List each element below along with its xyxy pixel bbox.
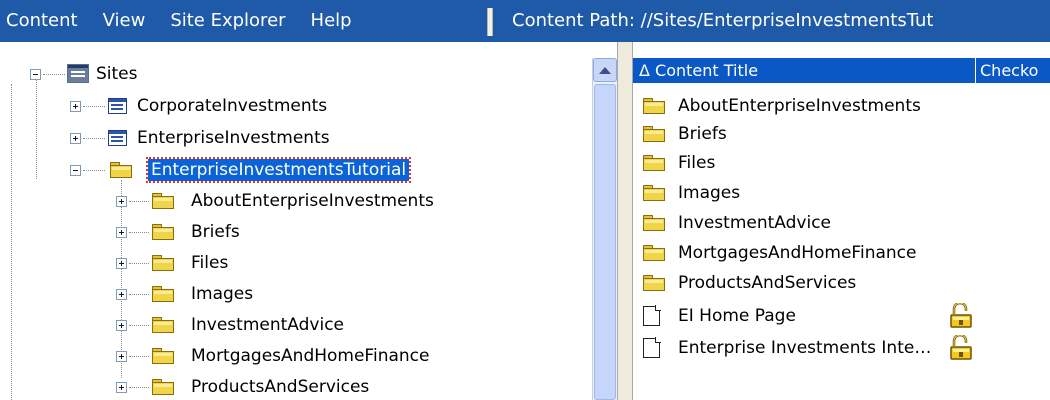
list-item-label: InvestmentAdvice xyxy=(678,213,831,233)
content-list: Δ Content Title Checko AboutEnterpriseIn… xyxy=(633,58,1050,400)
list-item[interactable]: ProductsAndServices xyxy=(641,269,1050,297)
list-item-label: EI Home Page xyxy=(678,306,796,326)
expand-icon[interactable] xyxy=(116,289,127,300)
site-tree: Sites CorporateInvestments EnterpriseInv… xyxy=(0,42,617,400)
expand-icon[interactable] xyxy=(70,133,81,144)
folder-icon xyxy=(152,286,174,302)
site-icon xyxy=(108,98,127,114)
tree-item-label: Files xyxy=(191,253,229,273)
list-item[interactable]: Images xyxy=(641,179,1050,207)
tree-connector-line xyxy=(83,138,105,139)
pane-splitter[interactable] xyxy=(617,42,633,400)
tree-item-label: Sites xyxy=(96,64,138,84)
expand-icon[interactable] xyxy=(116,320,127,331)
tree-connector-line xyxy=(129,263,149,264)
list-item[interactable]: AboutEnterpriseInvestments xyxy=(641,92,1050,120)
tree-connector-line xyxy=(83,106,105,107)
site-icon xyxy=(67,64,89,83)
list-item[interactable]: Files xyxy=(641,149,1050,177)
list-item[interactable]: MortgagesAndHomeFinance xyxy=(641,239,1050,267)
menu-bar: Content View Site Explorer Help xyxy=(0,0,377,42)
menu-site-explorer[interactable]: Site Explorer xyxy=(170,0,285,42)
collapse-icon[interactable] xyxy=(70,165,81,176)
list-item-label: Files xyxy=(678,153,716,173)
folder-icon xyxy=(152,348,174,364)
expand-icon[interactable] xyxy=(116,351,127,362)
folder-icon xyxy=(643,185,665,201)
scroll-thumb[interactable] xyxy=(594,84,616,400)
unlocked-icon xyxy=(950,335,972,360)
tree-item-label: EnterpriseInvestmentsTutorial xyxy=(145,157,412,183)
list-item[interactable]: InvestmentAdvice xyxy=(641,209,1050,237)
list-item[interactable]: EI Home Page xyxy=(641,302,1050,330)
list-item[interactable]: Briefs xyxy=(641,120,1050,148)
folder-icon xyxy=(152,255,174,271)
folder-icon xyxy=(152,224,174,240)
tree-connector-line xyxy=(43,74,65,75)
page-icon xyxy=(643,305,661,326)
expand-icon[interactable] xyxy=(116,382,127,393)
tree-item-label: InvestmentAdvice xyxy=(191,315,344,335)
tree-connector-line xyxy=(11,84,12,400)
column-header-checkout[interactable]: Checko xyxy=(976,58,1050,83)
folder-icon xyxy=(152,193,174,209)
list-item-label: Images xyxy=(678,183,741,203)
tree-item-label: CorporateInvestments xyxy=(137,96,328,116)
list-item-label: MortgagesAndHomeFinance xyxy=(678,243,917,263)
expand-icon[interactable] xyxy=(70,101,81,112)
tree-connector-line xyxy=(129,201,149,202)
folder-icon xyxy=(643,215,665,231)
tree-connector-line xyxy=(121,180,122,378)
collapse-icon[interactable] xyxy=(30,69,41,80)
tree-connector-line xyxy=(129,356,149,357)
menu-content[interactable]: Content xyxy=(6,0,78,42)
content-path: Content Path: //Sites/EnterpriseInvestme… xyxy=(512,10,934,31)
folder-icon xyxy=(152,317,174,333)
tree-item-label: Images xyxy=(191,284,254,304)
expand-icon[interactable] xyxy=(116,196,127,207)
list-item-label: ProductsAndServices xyxy=(678,273,857,293)
tree-connector-line xyxy=(129,294,149,295)
unlocked-icon xyxy=(950,303,972,328)
folder-icon xyxy=(643,126,665,142)
column-header-content-title[interactable]: Δ Content Title xyxy=(633,58,976,83)
tree-connector-line xyxy=(129,325,149,326)
tree-connector-line xyxy=(36,75,37,179)
tree-connector-line xyxy=(129,387,149,388)
folder-icon xyxy=(643,155,665,171)
expand-icon[interactable] xyxy=(116,258,127,269)
tree-item-label: MortgagesAndHomeFinance xyxy=(191,346,430,366)
tree-scrollbar[interactable] xyxy=(592,58,617,400)
menu-help[interactable]: Help xyxy=(311,0,352,42)
folder-icon xyxy=(643,275,665,291)
list-header: Δ Content Title Checko xyxy=(633,58,1050,83)
list-item-label: Briefs xyxy=(678,124,727,144)
list-item-label: AboutEnterpriseInvestments xyxy=(678,96,921,116)
menu-view[interactable]: View xyxy=(103,0,146,42)
tree-item-label: ProductsAndServices xyxy=(191,377,370,397)
toolbar-grip-handle[interactable] xyxy=(487,8,493,36)
top-bar: Content View Site Explorer Help Content … xyxy=(0,0,1050,42)
expand-icon[interactable] xyxy=(116,227,127,238)
tree-connector-line xyxy=(83,170,105,171)
list-item[interactable]: Enterprise Investments Inte… xyxy=(641,334,1050,362)
tree-connector-line xyxy=(129,232,149,233)
folder-icon xyxy=(643,245,665,261)
page-icon xyxy=(643,337,661,358)
site-icon xyxy=(108,130,127,146)
folder-icon xyxy=(643,98,665,114)
tree-item-label: AboutEnterpriseInvestments xyxy=(191,191,434,211)
tree-item-label: Briefs xyxy=(191,222,240,242)
list-item-label: Enterprise Investments Inte… xyxy=(678,338,932,358)
folder-icon xyxy=(152,379,174,395)
folder-icon xyxy=(110,162,132,178)
scroll-up-arrow-icon[interactable] xyxy=(593,58,617,82)
tree-item-label: EnterpriseInvestments xyxy=(137,128,330,148)
